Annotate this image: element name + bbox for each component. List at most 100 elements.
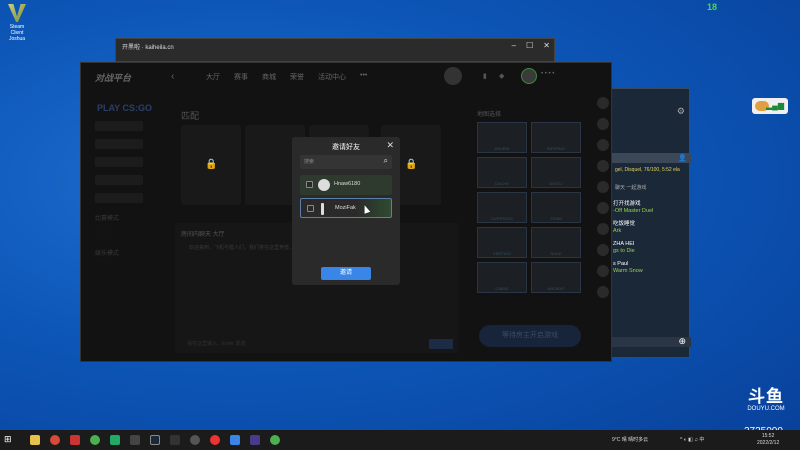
avatar[interactable] (597, 202, 609, 214)
friend-row[interactable]: MoziFak (300, 198, 392, 218)
chat-input[interactable]: 请在这里输入，Enter 发送 (187, 340, 245, 347)
gear-icon[interactable]: ⚙ (677, 106, 685, 117)
app-icon[interactable] (170, 435, 180, 445)
lock-icon: 🔒 (205, 159, 218, 170)
friend-entry[interactable]: 打开找游戏 -Off Master Duel (613, 201, 653, 215)
start-game-button[interactable]: 等待房主开启游戏 (479, 325, 581, 347)
sidebar-item[interactable] (95, 193, 143, 203)
app-icon[interactable] (210, 435, 220, 445)
app-icon[interactable] (130, 435, 140, 445)
desktop-shortcut[interactable]: Steam Client Joshua (4, 4, 30, 42)
maximize-icon[interactable]: ☐ (526, 41, 533, 50)
window-title: 开黑啦 · kaiheila.cn (122, 45, 174, 51)
avatar[interactable] (521, 68, 537, 84)
map-tile[interactable]: ANCIENT (531, 262, 581, 293)
add-chat-icon[interactable]: ⊕ (678, 336, 686, 347)
map-tile[interactable]: OVERPASS (477, 192, 527, 223)
page-title: 匹配 (181, 111, 200, 121)
signal-icon: ▂▄▆ (766, 101, 784, 110)
minimize-icon[interactable]: – (512, 41, 516, 50)
avatar[interactable] (597, 118, 609, 130)
sidebar-item[interactable] (95, 121, 143, 131)
app-logo-icon (8, 4, 26, 22)
avatar[interactable] (597, 265, 609, 277)
taskbar: ⊞ 9°C 晴 晴时多云 ^ ◐ ◧ ♫ 中 15:52 2022/2/12 (0, 430, 800, 450)
map-tile[interactable]: NUKE (531, 227, 581, 258)
friend-name: 吃饭睡觉 (613, 221, 636, 227)
avatar[interactable] (597, 244, 609, 256)
friend-row[interactable]: Hnaw6180 (300, 175, 392, 195)
background-window[interactable]: 开黑啦 · kaiheila.cn – ☐ ✕ (115, 38, 555, 62)
app-icon[interactable] (230, 435, 240, 445)
fps-counter: 18 (707, 2, 718, 12)
send-button[interactable] (429, 339, 453, 349)
search-input[interactable] (304, 157, 376, 167)
sidebar-mode-heading: 娱乐模式 (95, 251, 120, 257)
app-icon[interactable] (70, 435, 80, 445)
friend-status: -Off Master Duel (613, 208, 654, 214)
friend-checkbox[interactable] (307, 205, 314, 212)
username: • • • • (541, 71, 555, 77)
close-icon[interactable]: ✕ (386, 140, 394, 151)
watermark-site: DOUYU.COM (747, 406, 785, 412)
wechat-icon[interactable] (90, 435, 100, 445)
map-tile[interactable]: CABLE (477, 262, 527, 293)
sidebar-mode-heading: 比赛模式 (95, 216, 120, 222)
badge-icon[interactable] (444, 67, 462, 85)
avatar[interactable] (597, 223, 609, 235)
friend-entry[interactable]: s Paul Warm Snow (613, 261, 643, 275)
back-icon[interactable]: ‹ (171, 71, 174, 82)
friend-status: gs to Die (613, 248, 635, 254)
search-icon[interactable]: ⌕ (384, 156, 388, 166)
status-subline: 聊天 一起游戏 (615, 185, 647, 191)
nav-activity[interactable]: 活动中心 (318, 72, 346, 82)
invite-button[interactable]: 邀请 (321, 267, 371, 280)
nav-lobby[interactable]: 大厅 (206, 72, 220, 82)
avatar[interactable] (597, 139, 609, 151)
tray-icons[interactable]: ^ ◐ ◧ ♫ 中 (680, 436, 704, 443)
nav-shop[interactable]: 商城 (262, 72, 276, 82)
avatar[interactable] (597, 181, 609, 193)
avatar[interactable] (597, 97, 609, 109)
app-icon[interactable] (190, 435, 200, 445)
app-icon[interactable] (110, 435, 120, 445)
app-icon[interactable] (270, 435, 280, 445)
friend-checkbox[interactable] (306, 181, 313, 188)
add-friend-icon[interactable]: 👤 (678, 154, 687, 162)
friend-name: MoziFak (335, 205, 356, 211)
online-friends-column (597, 97, 611, 307)
bag-icon[interactable]: ▮ (483, 72, 487, 80)
map-tile[interactable]: ANUBIS (477, 122, 527, 153)
clock-date: 2022/2/12 (757, 440, 780, 446)
map-label: NUKE (550, 251, 562, 256)
nav-events[interactable]: 赛事 (234, 72, 248, 82)
sidebar-item[interactable] (95, 139, 143, 149)
nav-more[interactable]: ••• (360, 72, 367, 82)
sidebar-item[interactable] (95, 157, 143, 167)
start-icon[interactable]: ⊞ (4, 434, 14, 444)
steam-icon[interactable] (150, 435, 160, 445)
nav-honor[interactable]: 荣誉 (290, 72, 304, 82)
friend-entry[interactable]: 吃饭睡觉 Ark (613, 221, 635, 235)
bell-icon[interactable]: ◆ (499, 72, 504, 80)
clock[interactable]: 15:52 2022/2/12 (757, 433, 779, 447)
map-label: DUST2 (549, 181, 563, 186)
file-explorer-icon[interactable] (30, 435, 40, 445)
app-icon[interactable] (250, 435, 260, 445)
network-popup[interactable]: ▂▄▆ (752, 98, 788, 114)
map-tile[interactable]: DUST2 (531, 157, 581, 188)
avatar[interactable] (597, 286, 609, 298)
player-slot[interactable]: 🔒 (181, 125, 241, 205)
close-icon[interactable]: ✕ (543, 41, 550, 50)
map-tile[interactable]: INFERNO (531, 122, 581, 153)
avatar[interactable] (597, 160, 609, 172)
weather-text[interactable]: 9°C 晴 晴时多云 (612, 436, 648, 443)
chrome-icon[interactable] (50, 435, 60, 445)
sidebar-item[interactable] (95, 175, 143, 185)
friend-status: Warm Snow (613, 268, 643, 274)
friend-entry[interactable]: ZHA HEI gs to Die (613, 241, 635, 255)
map-tile[interactable]: VERTIGO (477, 227, 527, 258)
clock-time: 15:52 (761, 433, 775, 439)
map-tile[interactable]: CACHE (477, 157, 527, 188)
map-tile[interactable]: TRAIN (531, 192, 581, 223)
